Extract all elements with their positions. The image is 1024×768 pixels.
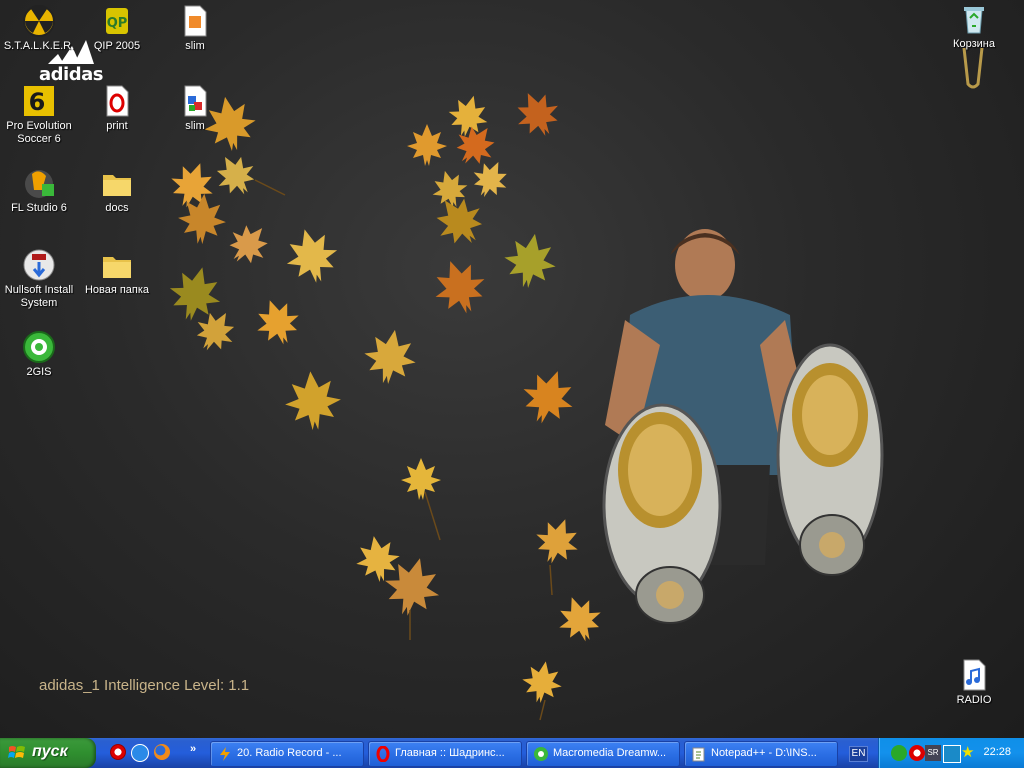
utorrent-tray-icon[interactable] [891, 745, 907, 761]
right-sneaker [776, 343, 884, 576]
desktop-icon-slim-1[interactable]: slim [156, 4, 234, 53]
desktop-icon-docs[interactable]: docs [78, 166, 156, 215]
left-sneaker [602, 403, 722, 624]
start-label: пуск [32, 743, 68, 760]
desktop-icon-label: 2GIS [26, 366, 52, 378]
desktop-icon-label: docs [105, 202, 129, 214]
sr-tray-icon[interactable]: SR [925, 745, 941, 761]
leaf-cluster-bottom [352, 511, 609, 707]
desktop-icon-pes6[interactable]: 6 Pro Evolution Soccer 6 [0, 84, 78, 146]
wallpaper-figure [602, 229, 884, 624]
desktop-icon-nsis[interactable]: Nullsoft Install System [0, 248, 78, 310]
ie-quicklaunch-icon[interactable] [131, 744, 149, 762]
notepadpp-icon [692, 747, 705, 762]
clock[interactable]: 22:28 [983, 746, 1011, 758]
taskbar-button-radio-record[interactable]: 20. Radio Record - ... [210, 741, 364, 767]
quicklaunch-overflow-chevron-icon[interactable]: » [190, 743, 196, 755]
desktop-icon-label: print [106, 120, 128, 132]
2gis-icon [22, 330, 56, 364]
nsis-installer-icon [22, 248, 56, 282]
desktop-icon-qip[interactable]: QP QIP 2005 [78, 4, 156, 53]
folder-icon [100, 248, 134, 282]
opera-tray-icon[interactable] [909, 745, 925, 761]
desktop-icon-label: Pro Evolution Soccer 6 [6, 120, 72, 145]
taskbar-button-label: 20. Radio Record - ... [237, 747, 342, 759]
desktop-icon-stalker[interactable]: S.T.A.L.K.E.R. [0, 4, 78, 53]
taskbar-button-browser[interactable]: Главная :: Шадринс... [368, 741, 522, 767]
desktop-icon-label: QIP 2005 [93, 40, 141, 52]
qip-icon: QP [100, 4, 134, 38]
desktop-icon-label: FL Studio 6 [11, 202, 67, 214]
leaf-cluster-left [163, 92, 421, 433]
desktop-icon-label: slim [185, 120, 205, 132]
fl-studio-icon [22, 166, 56, 200]
svg-text:6: 6 [29, 88, 46, 116]
recycle-bin-icon [957, 2, 991, 36]
leaf-cluster-center [401, 83, 583, 500]
desktop-icon-fl-studio[interactable]: FL Studio 6 [0, 166, 78, 215]
desktop-icon-slim-2[interactable]: slim [156, 84, 234, 133]
taskbar-button-label: Notepad++ - D:\INS... [711, 747, 817, 759]
star-tray-icon[interactable]: ★ [961, 745, 977, 761]
desktop-icon-label: slim [185, 40, 205, 52]
opera-document-icon [100, 84, 134, 118]
winamp-icon [220, 747, 230, 761]
opera-icon [376, 746, 390, 762]
opera-quicklaunch-icon[interactable] [110, 744, 126, 760]
pes6-icon: 6 [22, 84, 56, 118]
audio-file-icon [957, 658, 991, 692]
taskbar-button-dreamweaver[interactable]: Macromedia Dreamw... [526, 741, 680, 767]
taskbar-button-notepadpp[interactable]: Notepad++ - D:\INS... [684, 741, 838, 767]
svg-text:QP: QP [107, 16, 128, 31]
system-tray: SR ★ 22:28 [878, 738, 1024, 768]
desktop-icon-label: RADIO [956, 694, 992, 706]
adidas-logo: adidas [39, 64, 103, 85]
taskbar-button-label: Macromedia Dreamw... [553, 747, 667, 759]
folder-icon [100, 166, 134, 200]
taskbar: пуск » 20. Radio Record - ... Главная ::… [0, 738, 1024, 768]
language-indicator[interactable]: EN [849, 746, 868, 762]
windows-logo-icon [8, 746, 25, 758]
desktop-icon-new-folder[interactable]: Новая папка [78, 248, 156, 297]
start-button[interactable]: пуск [0, 738, 96, 768]
network-tray-icon[interactable] [943, 745, 961, 763]
radiation-icon [22, 4, 56, 38]
image-document-icon [178, 84, 212, 118]
taskbar-button-label: Главная :: Шадринс... [395, 747, 505, 759]
document-icon [178, 4, 212, 38]
desktop-icon-label: Новая папка [84, 284, 150, 296]
desktop-icon-label: S.T.A.L.K.E.R. [3, 40, 75, 52]
desktop: adidas adidas_1 Intelligence Level: 1.1 … [0, 0, 1024, 738]
desktop-icon-radio[interactable]: RADIO [935, 658, 1013, 707]
desktop-icon-print[interactable]: print [78, 84, 156, 133]
dreamweaver-icon [534, 747, 548, 761]
firefox-quicklaunch-icon[interactable] [154, 744, 170, 760]
wallpaper-caption: adidas_1 Intelligence Level: 1.1 [39, 677, 250, 694]
desktop-icon-label: Nullsoft Install System [4, 284, 74, 309]
desktop-icon-2gis[interactable]: 2GIS [0, 330, 78, 379]
wallpaper-mark [962, 47, 984, 89]
